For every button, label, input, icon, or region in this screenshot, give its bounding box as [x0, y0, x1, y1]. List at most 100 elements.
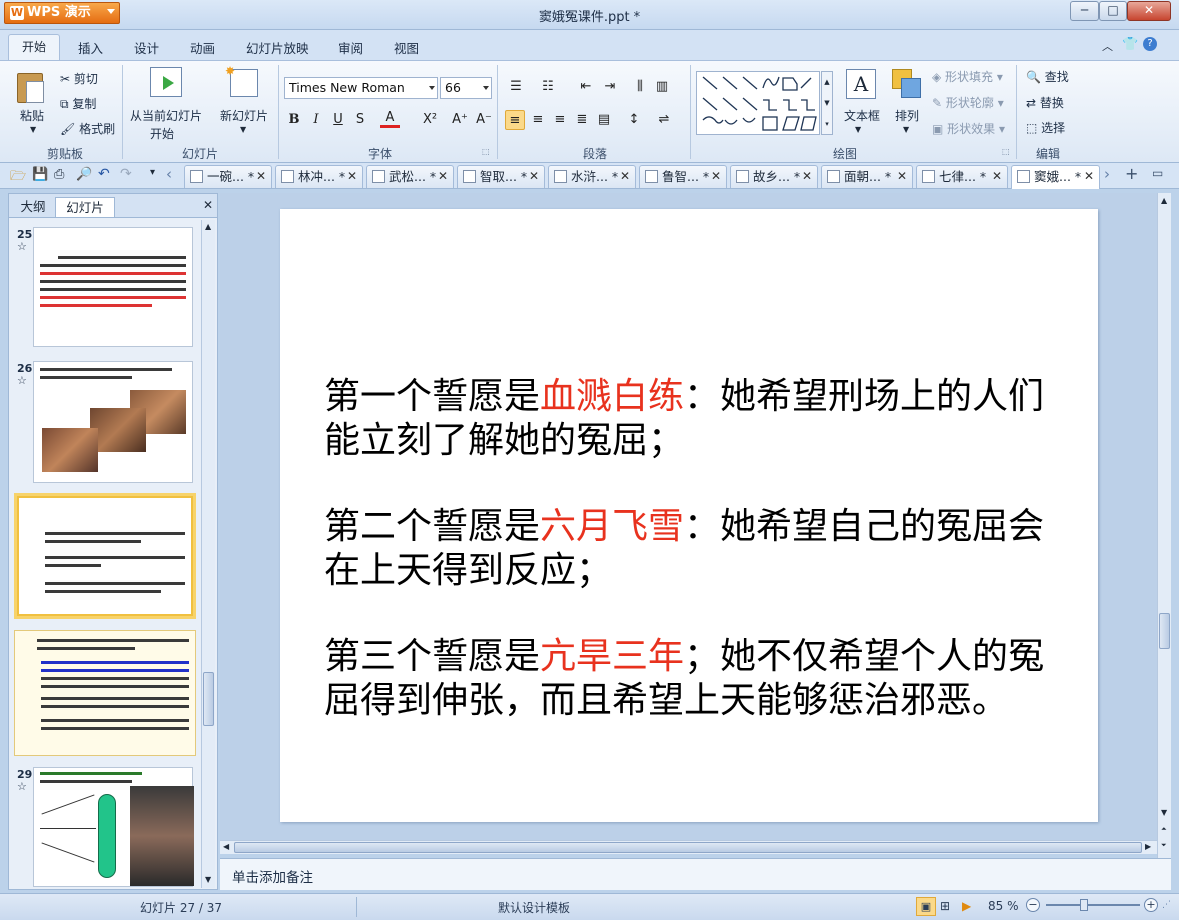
font-size-select[interactable]: 66: [440, 77, 492, 99]
doc-tab[interactable]: 一碗... * ✕: [184, 165, 272, 188]
doc-tab[interactable]: 水浒... * ✕: [548, 165, 636, 188]
new-slide-icon[interactable]: ✸: [225, 64, 258, 97]
tab-slideshow[interactable]: 幻灯片放映: [246, 38, 309, 57]
tab-insert[interactable]: 插入: [78, 38, 103, 57]
select-button[interactable]: ⬚ 选择: [1026, 119, 1065, 136]
panel-scrollbar[interactable]: ▲ ▼: [201, 220, 215, 888]
arrow-right-icon[interactable]: ▶: [1145, 842, 1151, 851]
chevron-up-icon[interactable]: ︿: [1102, 38, 1113, 54]
shape-outline-button[interactable]: ✎ 形状轮廓 ▾: [932, 94, 1004, 111]
grow-font-button[interactable]: A⁺: [450, 110, 470, 130]
notes-pane[interactable]: 单击添加备注: [220, 858, 1171, 890]
format-painter-button[interactable]: 🖌 格式刷: [60, 120, 115, 137]
decrease-indent-button[interactable]: ⇤: [576, 77, 596, 97]
arrow-up-icon[interactable]: ▲: [205, 222, 211, 231]
slide-thumbnail-selected[interactable]: [14, 493, 196, 619]
scroll-tabs-left-icon[interactable]: ‹: [166, 165, 172, 183]
align-center-button[interactable]: ≡: [528, 110, 548, 130]
tab-design[interactable]: 设计: [134, 38, 159, 57]
horizontal-scrollbar[interactable]: ◀ ▶: [220, 840, 1157, 854]
resize-grip-icon[interactable]: ⋰: [1162, 900, 1171, 910]
font-name-select[interactable]: Times New Roman: [284, 77, 438, 99]
slide-thumbnail[interactable]: [33, 767, 194, 887]
maximize-button[interactable]: □: [1099, 1, 1127, 21]
zoom-in-button[interactable]: +: [1144, 898, 1158, 912]
customize-toolbar-icon[interactable]: ▾: [150, 167, 155, 178]
new-slide-button[interactable]: 新幻灯片: [220, 107, 268, 124]
numbering-button[interactable]: ☷: [538, 77, 558, 97]
slide-canvas[interactable]: 第一个誓愿是血溅白练：她希望刑场上的人们 能立刻了解她的冤屈； 第二个誓愿是六月…: [280, 209, 1098, 822]
dialog-launcher-icon[interactable]: ⬚: [482, 147, 490, 156]
close-tab-icon[interactable]: ✕: [711, 166, 721, 187]
doc-tab[interactable]: 林冲... * ✕: [275, 165, 363, 188]
doc-tab[interactable]: 故乡... * ✕: [730, 165, 818, 188]
doc-tab-active[interactable]: 窦娥... * ✕: [1011, 165, 1100, 189]
close-tab-icon[interactable]: ✕: [620, 166, 630, 187]
doc-tab[interactable]: 智取... * ✕: [457, 165, 545, 188]
play-from-current-button[interactable]: 从当前幻灯片: [130, 107, 202, 124]
tab-slides[interactable]: 幻灯片: [55, 197, 115, 217]
tab-outline[interactable]: 大纲: [13, 197, 53, 217]
shape-effect-button[interactable]: ▣ 形状效果 ▾: [932, 120, 1005, 137]
help-icon[interactable]: ?: [1143, 37, 1157, 51]
zoom-out-button[interactable]: −: [1026, 898, 1040, 912]
minimize-button[interactable]: ─: [1070, 1, 1099, 21]
arrow-down-icon[interactable]: ▼: [1161, 808, 1167, 817]
font-color-button[interactable]: A: [380, 108, 400, 128]
copy-button[interactable]: ⧉ 复制: [60, 95, 96, 112]
close-tab-icon[interactable]: ✕: [1084, 166, 1094, 187]
close-tab-icon[interactable]: ✕: [256, 166, 266, 187]
normal-view-icon[interactable]: ▣: [916, 897, 936, 916]
shape-fill-button[interactable]: ◈ 形状填充 ▾: [932, 68, 1003, 85]
print-preview-icon[interactable]: 🔎: [76, 167, 92, 182]
close-tab-icon[interactable]: ✕: [992, 166, 1002, 187]
zoom-slider-thumb[interactable]: [1080, 899, 1088, 911]
doc-tab[interactable]: 七律... * ✕: [916, 165, 1008, 188]
slide-sorter-icon[interactable]: ⊞: [940, 899, 950, 913]
vertical-scrollbar[interactable]: ▲ ▼ ⏶ ⏷: [1157, 193, 1171, 858]
textbox-icon[interactable]: A: [846, 69, 876, 99]
shadow-button[interactable]: S: [350, 110, 370, 130]
bullets-button[interactable]: ☰: [506, 77, 526, 97]
tab-animation[interactable]: 动画: [190, 38, 215, 57]
undo-icon[interactable]: ↶: [98, 166, 110, 182]
italic-button[interactable]: I: [306, 110, 326, 130]
scroll-thumb[interactable]: [234, 842, 1142, 853]
close-tab-icon[interactable]: ✕: [529, 166, 539, 187]
close-tab-icon[interactable]: ✕: [347, 166, 357, 187]
scroll-thumb[interactable]: [1159, 613, 1170, 649]
justify-button[interactable]: ≣: [572, 110, 592, 130]
slideshow-icon[interactable]: ▶: [962, 899, 971, 913]
close-tab-icon[interactable]: ✕: [438, 166, 448, 187]
arrow-up-icon[interactable]: ▲: [1161, 196, 1167, 205]
shapes-gallery[interactable]: [696, 71, 820, 135]
scroll-thumb[interactable]: [203, 672, 214, 726]
textbox-button[interactable]: 文本框: [844, 107, 880, 124]
paste-button[interactable]: 粘贴: [20, 107, 44, 124]
close-button[interactable]: ✕: [1127, 1, 1171, 21]
tab-menu-icon[interactable]: ▭: [1152, 166, 1163, 180]
print-icon[interactable]: ⎙: [54, 167, 64, 182]
slide-thumbnail[interactable]: [14, 630, 196, 756]
close-panel-button[interactable]: ✕: [203, 198, 213, 212]
superscript-button[interactable]: X²: [418, 110, 442, 130]
smart-art-button[interactable]: ⇌: [654, 110, 674, 130]
open-folder-icon[interactable]: 🗁: [10, 167, 26, 189]
slide-thumbnail[interactable]: [33, 227, 193, 347]
line-spacing-button[interactable]: ↕: [624, 110, 644, 130]
next-slide-icon[interactable]: ⏷: [1161, 841, 1167, 850]
distribute-button[interactable]: ▤: [594, 110, 614, 130]
shrink-font-button[interactable]: A⁻: [474, 110, 494, 130]
play-from-current-icon[interactable]: [150, 67, 182, 97]
align-left-button[interactable]: ≡: [505, 110, 525, 130]
gallery-scroll[interactable]: ▲ ▼ ▾: [821, 71, 833, 135]
underline-button[interactable]: U: [328, 110, 348, 130]
tab-review[interactable]: 审阅: [338, 38, 363, 57]
tab-view[interactable]: 视图: [394, 38, 419, 57]
doc-tab[interactable]: 武松... * ✕: [366, 165, 454, 188]
scroll-tabs-right-icon[interactable]: ›: [1104, 165, 1110, 183]
doc-tab[interactable]: 面朝... * ✕: [821, 165, 913, 188]
save-icon[interactable]: 💾: [32, 167, 48, 182]
increase-indent-button[interactable]: ⇥: [600, 77, 620, 97]
arrow-left-icon[interactable]: ◀: [223, 842, 229, 851]
